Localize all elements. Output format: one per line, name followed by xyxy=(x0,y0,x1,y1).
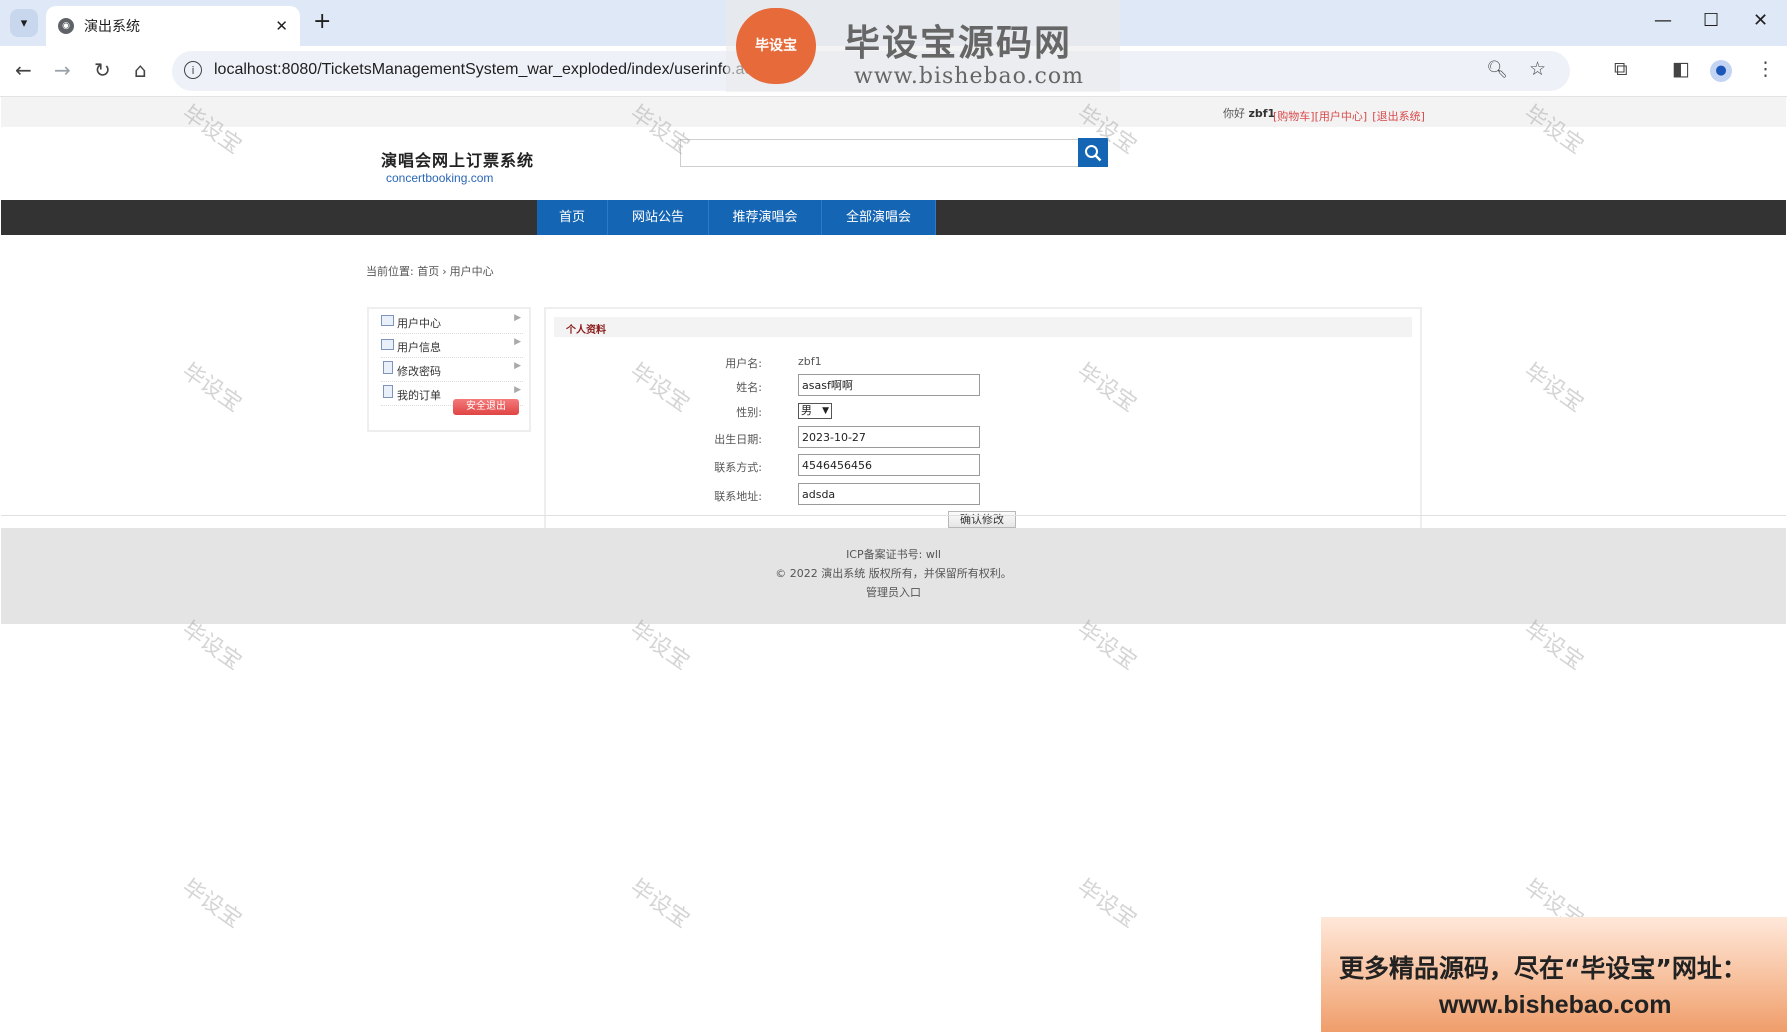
top-links: [购物车][用户中心] [退出系统] xyxy=(1273,105,1425,124)
greeting-prefix: 你好 xyxy=(1223,107,1245,120)
window-close-icon[interactable]: ✕ xyxy=(1753,10,1768,31)
promo-banner: 更多精品源码，尽在“毕设宝”网址： www.bishebao.com xyxy=(1321,917,1787,1032)
nav-home[interactable]: 首页 xyxy=(537,200,608,235)
user-center-link[interactable]: [用户中心] xyxy=(1315,110,1368,123)
birthdate-row: 出生日期: xyxy=(546,426,1424,450)
name-field[interactable] xyxy=(798,374,980,396)
chevron-right-icon: ▶ xyxy=(514,361,521,371)
top-user-bar: 你好 zbf1 [购物车][用户中心] [退出系统] xyxy=(1,97,1786,128)
footer-copyright: © 2022 演出系统 版权所有，并保留所有权利。 xyxy=(775,567,1012,580)
site-search-input[interactable] xyxy=(680,139,1080,167)
phone-row: 联系方式: xyxy=(546,454,1424,478)
phone-field[interactable] xyxy=(798,454,980,476)
document-icon xyxy=(383,385,393,398)
phone-label: 联系方式: xyxy=(714,461,762,474)
tab-search-button[interactable]: ▾ xyxy=(10,9,38,37)
profile-panel: 个人资料 用户名: zbf1 姓名: 性别: 男 ▼ 出生日期: 联系方式: 联… xyxy=(544,307,1422,539)
footer-icp: ICP备案证书号: wll xyxy=(846,548,941,561)
sidebar-item-label: 用户信息 xyxy=(397,341,441,354)
brand-url: www.bishebao.com xyxy=(854,64,1084,89)
chevron-right-icon: ▶ xyxy=(514,313,521,323)
username-value: zbf1 xyxy=(798,355,822,368)
website: 你好 zbf1 [购物车][用户中心] [退出系统] 演唱会网上订票系统 con… xyxy=(1,97,1786,1032)
username-label: 用户名: xyxy=(725,357,762,370)
side-panel-icon[interactable]: ◧ xyxy=(1672,58,1690,80)
site-footer: ICP备案证书号: wll © 2022 演出系统 版权所有，并保留所有权利。 … xyxy=(1,528,1786,624)
new-tab-button[interactable]: + xyxy=(313,9,331,34)
logo-english: concertbooking.com xyxy=(386,171,494,185)
breadcrumb-label: 当前位置: xyxy=(366,265,414,278)
sidebar-item-label: 用户中心 xyxy=(397,317,441,330)
site-info-icon[interactable]: i xyxy=(184,61,202,79)
birthdate-field[interactable] xyxy=(798,426,980,448)
chevron-right-icon: ▶ xyxy=(514,337,521,347)
sidebar-item-label: 修改密码 xyxy=(397,365,441,378)
confirm-update-button[interactable]: 确认修改 xyxy=(948,511,1016,528)
breadcrumb-separator: › xyxy=(442,265,447,278)
browser-menu-icon[interactable]: ⋮ xyxy=(1756,58,1775,80)
close-tab-icon[interactable]: ✕ xyxy=(275,17,288,35)
main-nav: 首页 网站公告 推荐演唱会 全部演唱会 xyxy=(1,200,1786,235)
brand-watermark: 毕设宝 毕设宝源码网 www.bishebao.com xyxy=(726,0,1120,92)
nav-announcements[interactable]: 网站公告 xyxy=(608,200,709,235)
sidebar-item-change-password[interactable]: 修改密码 ▶ xyxy=(381,359,523,382)
profile-panel-header: 个人资料 xyxy=(554,317,1412,337)
extensions-icon[interactable]: ⧉ xyxy=(1614,58,1628,80)
nav-all-concerts[interactable]: 全部演唱会 xyxy=(822,200,936,235)
sidebar-item-user-info[interactable]: 用户信息 ▶ xyxy=(381,335,523,358)
breadcrumb-home-link[interactable]: 首页 xyxy=(417,265,439,278)
gender-select[interactable]: 男 ▼ xyxy=(798,403,832,419)
username-row: 用户名: zbf1 xyxy=(546,351,1424,375)
chevron-down-icon: ▾ xyxy=(20,15,28,31)
bookmark-star-icon[interactable]: ☆ xyxy=(1529,58,1546,80)
forward-icon[interactable]: → xyxy=(54,58,71,82)
chevron-right-icon: ▶ xyxy=(514,385,521,395)
site-header: 演唱会网上订票系统 concertbooking.com xyxy=(1,127,1786,200)
promo-text: 更多精品源码，尽在“毕设宝”网址： xyxy=(1339,954,1747,983)
sidebar-item-user-center[interactable]: 用户中心 ▶ xyxy=(381,311,523,334)
url-text: localhost:8080/TicketsManagementSystem_w… xyxy=(214,61,779,78)
browser-tab[interactable]: ◉ 演出系统 ✕ xyxy=(46,6,300,46)
sidebar-item-label: 我的订单 xyxy=(397,389,441,402)
home-icon[interactable]: ⌂ xyxy=(134,58,147,82)
logo-chinese: 演唱会网上订票系统 xyxy=(381,151,535,170)
promo-url: www.bishebao.com xyxy=(1439,991,1672,1019)
address-row: 联系地址: xyxy=(546,483,1424,507)
reload-icon[interactable]: ↻ xyxy=(94,58,111,82)
zoom-icon[interactable]: 🔍︎ xyxy=(1486,60,1508,80)
site-logo[interactable]: 演唱会网上订票系统 concertbooking.com xyxy=(381,147,534,185)
minimize-icon[interactable]: — xyxy=(1654,10,1672,31)
user-sidebar: 用户中心 ▶ 用户信息 ▶ 修改密码 ▶ 我的订单 ▶ 安全退出 xyxy=(367,307,531,432)
back-icon[interactable]: ← xyxy=(15,58,32,82)
breadcrumb-current: 用户中心 xyxy=(449,265,494,278)
id-card-icon xyxy=(381,339,394,350)
gender-label: 性别: xyxy=(736,406,762,419)
search-icon xyxy=(1085,144,1102,161)
brand-name: 毕设宝源码网 xyxy=(844,23,1073,64)
name-label: 姓名: xyxy=(736,381,762,394)
address-field[interactable] xyxy=(798,483,980,505)
brand-seal-logo: 毕设宝 xyxy=(736,8,816,84)
profile-panel-title: 个人资料 xyxy=(566,325,606,336)
logout-link[interactable]: [退出系统] xyxy=(1372,110,1425,123)
admin-entry-link[interactable]: 管理员入口 xyxy=(1,584,1786,600)
safe-logout-button[interactable]: 安全退出 xyxy=(453,399,519,415)
globe-icon: ◉ xyxy=(58,18,74,34)
gender-selected-value: 男 xyxy=(801,404,812,417)
profile-avatar-icon[interactable]: ● xyxy=(1710,60,1732,82)
cart-link[interactable]: [购物车] xyxy=(1273,110,1315,123)
breadcrumb: 当前位置: 首页 › 用户中心 xyxy=(366,263,494,279)
birthdate-label: 出生日期: xyxy=(714,433,762,446)
tab-title: 演出系统 xyxy=(84,19,140,35)
greeting: 你好 zbf1 xyxy=(1223,105,1275,121)
address-label: 联系地址: xyxy=(714,490,762,503)
document-icon xyxy=(383,361,393,374)
maximize-icon[interactable]: ☐ xyxy=(1703,10,1719,31)
nav-recommended-concerts[interactable]: 推荐演唱会 xyxy=(709,200,822,235)
greeting-username: zbf1 xyxy=(1248,107,1276,120)
chevron-down-icon: ▼ xyxy=(822,406,829,416)
footer-divider xyxy=(1,515,1786,516)
id-card-icon xyxy=(381,315,394,326)
